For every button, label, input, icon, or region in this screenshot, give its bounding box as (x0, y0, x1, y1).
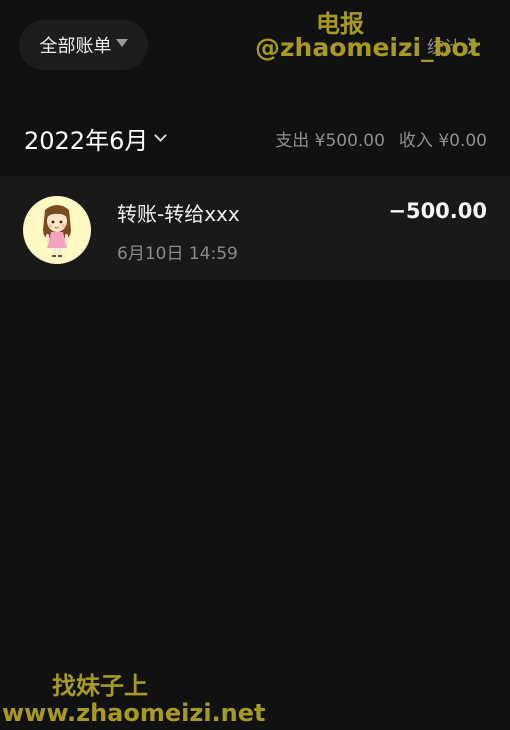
chevron-down-icon (154, 128, 168, 142)
watermark-bottom-line1: 找妹子上 (52, 672, 148, 700)
month-expense: 支出 ¥500.00 (275, 130, 385, 151)
month-income: 收入 ¥0.00 (398, 130, 487, 151)
bill-filter-dropdown[interactable]: 全部账单 (19, 20, 148, 70)
watermark-top-line2: @zhaomeizi_bot (255, 33, 481, 62)
cartoon-girl-avatar-icon (23, 196, 91, 264)
month-label: 2022年6月 (24, 126, 149, 155)
transaction-amount: −500.00 (388, 199, 487, 223)
month-picker[interactable]: 2022年6月 (24, 121, 168, 156)
transaction-row[interactable]: 转账-转给xxx 6月10日 14:59 −500.00 (0, 176, 510, 280)
transaction-title: 转账-转给xxx (117, 202, 240, 226)
caret-down-icon (115, 39, 128, 47)
transaction-time: 6月10日 14:59 (117, 244, 238, 264)
month-header: 2022年6月 支出 ¥500.00 收入 ¥0.00 (24, 120, 487, 156)
watermark-bottom-line2: www.zhaomeizi.net (2, 699, 266, 727)
month-summary: 支出 ¥500.00 收入 ¥0.00 (275, 126, 487, 151)
bill-filter-label: 全部账单 (39, 36, 112, 57)
